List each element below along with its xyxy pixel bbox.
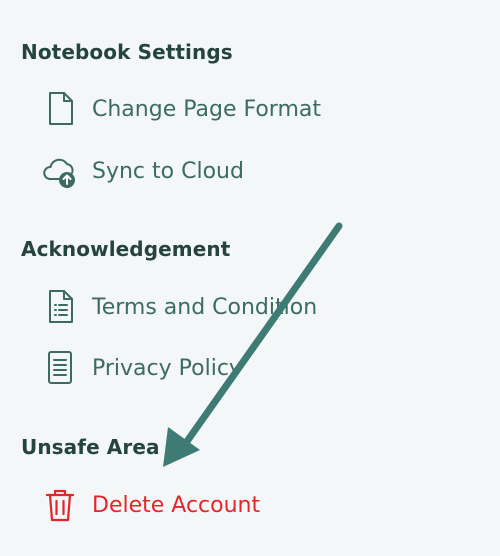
document-lines-icon <box>42 350 78 386</box>
menu-item-delete-account[interactable]: Delete Account <box>42 485 442 525</box>
menu-item-terms-and-condition[interactable]: Terms and Condition <box>42 287 442 327</box>
menu-item-label: Sync to Cloud <box>92 158 244 184</box>
document-list-icon <box>42 289 78 325</box>
menu-item-label: Change Page Format <box>92 96 322 122</box>
section-title-notebook-settings: Notebook Settings <box>21 40 233 64</box>
menu-item-privacy-policy[interactable]: Privacy Policy <box>42 348 442 388</box>
annotation-arrow <box>163 222 343 467</box>
menu-item-label: Privacy Policy <box>92 355 242 381</box>
menu-item-label: Terms and Condition <box>92 294 318 320</box>
page-icon <box>42 91 78 127</box>
menu-item-change-page-format[interactable]: Change Page Format <box>42 89 442 129</box>
section-title-acknowledgement: Acknowledgement <box>21 237 231 261</box>
menu-item-sync-to-cloud[interactable]: Sync to Cloud <box>42 151 442 191</box>
section-title-unsafe-area: Unsafe Area <box>21 435 160 459</box>
cloud-upload-icon <box>42 153 78 189</box>
menu-item-label: Delete Account <box>92 492 261 518</box>
trash-icon <box>42 487 78 523</box>
